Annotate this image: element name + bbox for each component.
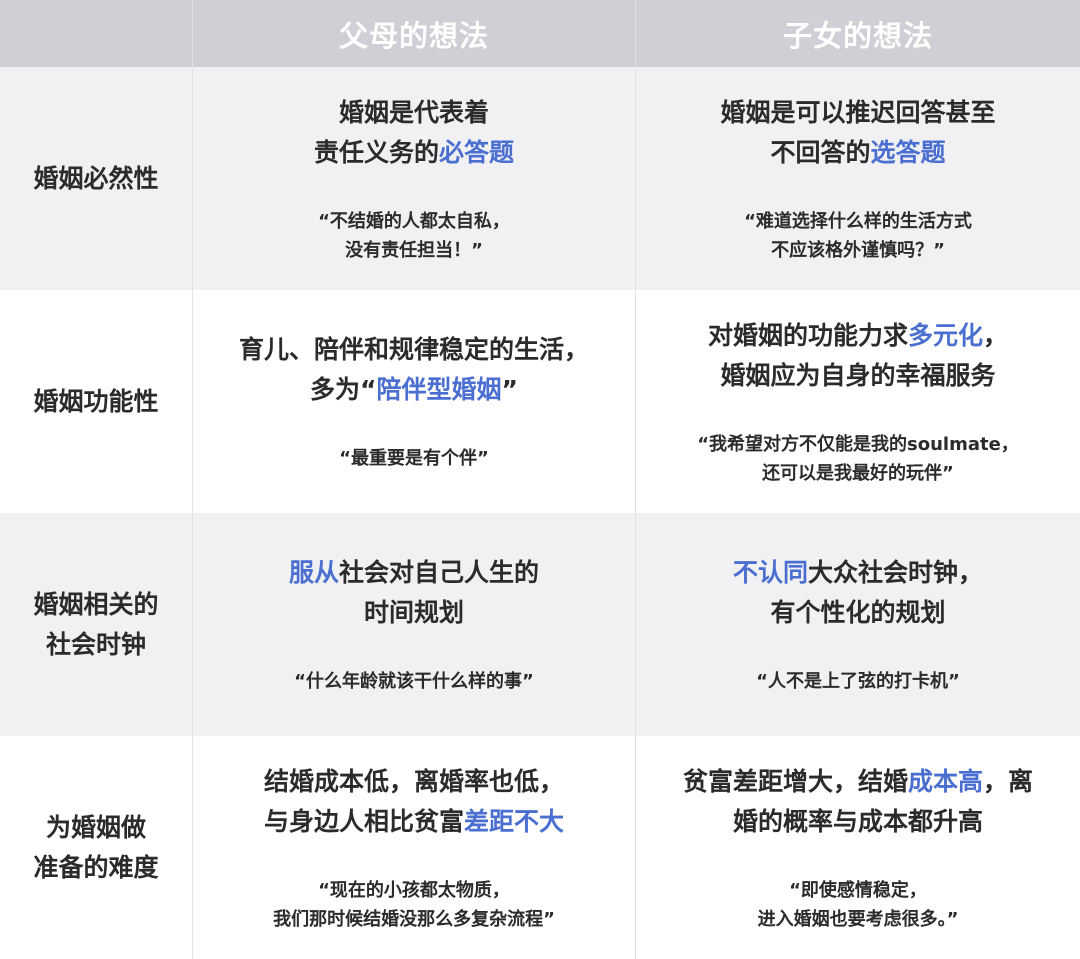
statement-line: 婚姻是可以推迟回答甚至 xyxy=(720,93,995,133)
row-label-line: 为婚姻做 xyxy=(45,812,146,842)
quote-line: 没有责任担当！” xyxy=(345,239,483,261)
statement-text: 与身边人相比贫富 xyxy=(263,806,464,836)
highlight-text: 多元化 xyxy=(907,320,983,350)
row-label-line: 社会时钟 xyxy=(45,629,146,659)
row-label: 婚姻功能性 xyxy=(0,290,193,513)
highlight-text: 差距不大 xyxy=(464,806,565,836)
comparison-table: 父母的想法 子女的想法 婚姻必然性 婚姻是代表着责任义务的必答题 “不结婚的人都太自… xyxy=(0,0,1080,959)
row-label-line: 准备的难度 xyxy=(33,852,159,882)
statement-line: 贫富差距增大，结婚成本高，离 xyxy=(683,762,1033,802)
statement-text: 结婚成本低，离婚率也低， xyxy=(263,766,564,796)
quote-line: “人不是上了弦的打卡机” xyxy=(756,671,960,692)
parents-view-cell: 服从社会对自己人生的时间规划 “什么年龄就该干什么样的事” xyxy=(193,513,636,736)
children-view-cell: 不认同大众社会时钟， 有个性化的规划 “人不是上了弦的打卡机” xyxy=(636,513,1080,736)
quote-line: 进入婚姻也要考虑很多。” xyxy=(757,908,959,930)
row-label-line: 婚姻必然性 xyxy=(33,163,159,193)
children-view-cell: 贫富差距增大，结婚成本高，离 婚的概率与成本都升高 “即使感情稳定， 进入婚姻也要考虑… xyxy=(636,736,1080,959)
highlight-text: 不认同 xyxy=(732,558,808,587)
quote-line: “我希望对方不仅能是我的soulmate， xyxy=(697,433,1019,455)
statement-line: 多为“陪伴型婚姻” xyxy=(239,370,589,410)
children-quote: “难道选择什么样的生活方式 不应该格外谨慎吗？” xyxy=(744,207,972,265)
statement-line: 时间规划 xyxy=(289,593,539,633)
quote-line: 不应该格外谨慎吗？” xyxy=(771,239,945,261)
statement-text: 婚姻是代表着 xyxy=(338,97,489,127)
row-label: 婚姻相关的 社会时钟 xyxy=(0,513,193,736)
statement-line: 服从社会对自己人生的 xyxy=(289,553,539,593)
highlight-text: 陪伴型婚姻 xyxy=(376,375,502,404)
children-main-statement: 不认同大众社会时钟， 有个性化的规划 xyxy=(733,553,983,633)
parents-view-cell: 结婚成本低，离婚率也低， 与身边人相比贫富差距不大 “现在的小孩都太物质， 我们那时候… xyxy=(193,736,636,959)
statement-text: 婚的概率与成本都升高 xyxy=(732,806,983,836)
statement-text: ” xyxy=(501,375,518,404)
header-parents: 父母的想法 xyxy=(193,0,636,67)
children-quote: “我希望对方不仅能是我的soulmate， 还可以是我最好的玩伴” xyxy=(697,430,1019,488)
statement-line: 育儿、陪伴和规律稳定的生活， xyxy=(239,330,589,370)
quote-line: “难道选择什么样的生活方式 xyxy=(744,210,972,232)
statement-text: 婚姻应为自身的幸福服务 xyxy=(720,360,996,390)
statement-text: 责任义务的 xyxy=(313,137,439,167)
parents-view-cell: 婚姻是代表着责任义务的必答题 “不结婚的人都太自私， 没有责任担当！” xyxy=(193,67,636,290)
children-main-statement: 婚姻是可以推迟回答甚至不回答的选答题 xyxy=(720,93,995,173)
children-quote: “人不是上了弦的打卡机” xyxy=(756,667,960,696)
statement-text: ，离 xyxy=(983,766,1034,796)
children-view-cell: 婚姻是可以推迟回答甚至不回答的选答题 “难道选择什么样的生活方式 不应该格外谨慎吗？… xyxy=(636,67,1080,290)
statement-text: 有个性化的规划 xyxy=(770,598,946,627)
statement-line: 与身边人相比贫富差距不大 xyxy=(264,802,564,842)
statement-text: 大众社会时钟， xyxy=(808,558,984,587)
statement-text: 社会对自己人生的 xyxy=(339,558,540,587)
statement-line: 对婚姻的功能力求多元化， xyxy=(708,316,1008,356)
statement-text: 婚姻是可以推迟回答甚至 xyxy=(720,97,996,127)
statement-text: 不回答的 xyxy=(770,137,871,167)
statement-line: 婚的概率与成本都升高 xyxy=(683,802,1033,842)
statement-text: 时间规划 xyxy=(363,598,464,627)
statement-text: 对婚姻的功能力求 xyxy=(707,320,908,350)
parents-quote: “现在的小孩都太物质， 我们那时候结婚没那么多复杂流程” xyxy=(273,876,555,934)
children-main-statement: 贫富差距增大，结婚成本高，离 婚的概率与成本都升高 xyxy=(683,762,1033,842)
statement-line: 有个性化的规划 xyxy=(733,593,983,633)
parents-quote: “不结婚的人都太自私， 没有责任担当！” xyxy=(318,207,510,265)
children-main-statement: 对婚姻的功能力求多元化， 婚姻应为自身的幸福服务 xyxy=(708,316,1008,396)
parents-main-statement: 结婚成本低，离婚率也低， 与身边人相比贫富差距不大 xyxy=(264,762,564,842)
quote-line: “即使感情稳定， xyxy=(789,879,927,901)
parents-main-statement: 服从社会对自己人生的时间规划 xyxy=(289,553,539,633)
highlight-text: 服从 xyxy=(288,558,339,587)
quote-line: 我们那时候结婚没那么多复杂流程” xyxy=(273,908,555,930)
children-view-cell: 对婚姻的功能力求多元化， 婚姻应为自身的幸福服务 “我希望对方不仅能是我的soulm… xyxy=(636,290,1080,513)
parents-quote: “最重要是有个伴” xyxy=(339,444,489,473)
row-label: 婚姻必然性 xyxy=(0,67,193,290)
row-label-line: 婚姻功能性 xyxy=(33,386,159,416)
row-label: 为婚姻做 准备的难度 xyxy=(0,736,193,959)
parents-view-cell: 育儿、陪伴和规律稳定的生活， 多为“陪伴型婚姻” “最重要是有个伴” xyxy=(193,290,636,513)
parents-quote: “什么年龄就该干什么样的事” xyxy=(294,667,534,696)
statement-line: 责任义务的必答题 xyxy=(314,133,514,173)
statement-line: 婚姻是代表着 xyxy=(314,93,514,133)
statement-line: 不回答的选答题 xyxy=(720,133,995,173)
parents-main-statement: 婚姻是代表着责任义务的必答题 xyxy=(314,93,514,173)
quote-line: “不结婚的人都太自私， xyxy=(318,210,510,232)
highlight-text: 选答题 xyxy=(870,137,946,167)
quote-line: “最重要是有个伴” xyxy=(339,448,489,469)
quote-line: “什么年龄就该干什么样的事” xyxy=(294,671,534,692)
header-corner xyxy=(0,0,193,67)
statement-line: 结婚成本低，离婚率也低， xyxy=(264,762,564,802)
highlight-text: 成本高 xyxy=(907,766,983,796)
statement-text: 多为“ xyxy=(310,375,377,404)
parents-main-statement: 育儿、陪伴和规律稳定的生活， 多为“陪伴型婚姻” xyxy=(239,330,589,410)
statement-line: 婚姻应为自身的幸福服务 xyxy=(708,356,1008,396)
quote-line: 还可以是我最好的玩伴” xyxy=(762,462,954,484)
quote-line: “现在的小孩都太物质， xyxy=(318,879,510,901)
children-quote: “即使感情稳定， 进入婚姻也要考虑很多。” xyxy=(758,876,959,934)
statement-text: ， xyxy=(983,320,1009,350)
statement-line: 不认同大众社会时钟， xyxy=(733,553,983,593)
statement-text: 贫富差距增大，结婚 xyxy=(682,766,908,796)
header-children: 子女的想法 xyxy=(636,0,1080,67)
highlight-text: 必答题 xyxy=(439,137,515,167)
statement-text: 育儿、陪伴和规律稳定的生活， xyxy=(238,335,589,364)
row-label-line: 婚姻相关的 xyxy=(33,589,159,619)
